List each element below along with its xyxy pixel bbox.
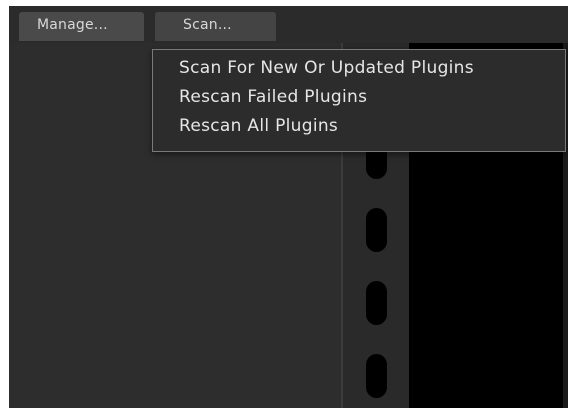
menu-item-rescan-all[interactable]: Rescan All Plugins xyxy=(153,112,565,141)
rack-screw-hole xyxy=(366,208,387,252)
rack-screw-hole xyxy=(366,281,387,325)
scan-dropdown-menu: Scan For New Or Updated Plugins Rescan F… xyxy=(152,49,566,152)
menu-item-rescan-failed[interactable]: Rescan Failed Plugins xyxy=(153,83,565,112)
scan-button[interactable]: Scan... xyxy=(155,12,276,41)
rack-screw-hole xyxy=(366,354,387,398)
manage-button[interactable]: Manage... xyxy=(19,12,144,41)
menu-item-scan-new-or-updated[interactable]: Scan For New Or Updated Plugins xyxy=(153,54,565,83)
toolbar: Manage... Scan... xyxy=(9,6,568,43)
